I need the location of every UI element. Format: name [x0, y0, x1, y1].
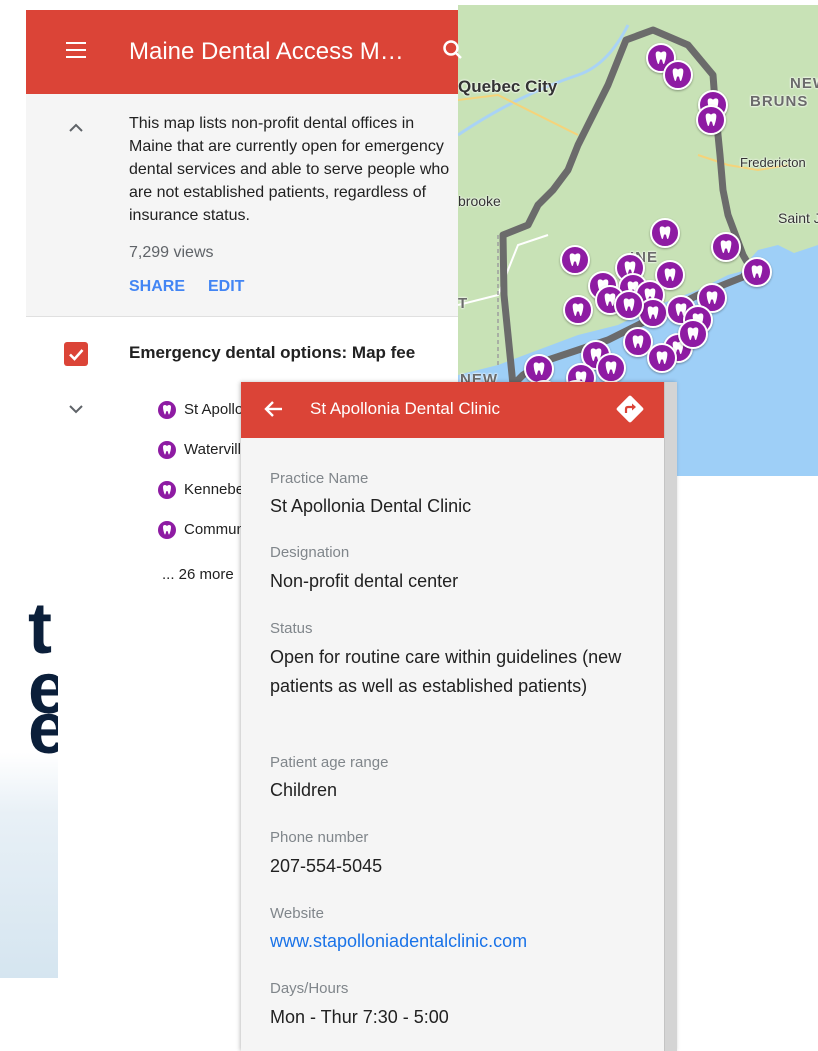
map-label-sherbrooke: brooke: [458, 193, 501, 209]
field-value-designation: Non-profit dental center: [270, 571, 459, 591]
layer-checkbox[interactable]: [64, 342, 88, 366]
dental-office-marker[interactable]: [614, 290, 644, 320]
card-title: St Apollonia Dental Clinic: [310, 399, 500, 418]
tooth-marker-icon: [158, 521, 176, 539]
chevron-down-icon[interactable]: [68, 404, 84, 414]
card-header: St Apollonia Dental Clinic: [241, 382, 664, 438]
website-link[interactable]: www.stapolloniadentalclinic.com: [270, 927, 650, 956]
chevron-up-icon[interactable]: [68, 122, 84, 132]
tooth-marker-icon: [158, 481, 176, 499]
card-scrollbar[interactable]: [664, 382, 677, 1051]
back-arrow-icon[interactable]: [263, 398, 285, 420]
map-label-t: T: [458, 295, 468, 312]
dental-office-marker[interactable]: [696, 105, 726, 135]
directions-icon[interactable]: [615, 394, 645, 424]
share-button[interactable]: SHARE: [129, 278, 185, 296]
map-description: This map lists non-profit dental offices…: [129, 115, 450, 224]
map-title: Maine Dental Access M…: [129, 38, 404, 65]
list-item-label: Waterville: [184, 441, 250, 458]
field-label-website: Website: [270, 905, 324, 922]
search-icon[interactable]: [442, 38, 462, 62]
dental-office-marker[interactable]: [742, 257, 772, 287]
map-label-fredericton: Fredericton: [740, 155, 806, 170]
background-glyph: e: [28, 689, 58, 769]
field-value-practice-name: St Apollonia Dental Clinic: [270, 496, 472, 516]
dental-office-marker[interactable]: [650, 218, 680, 248]
map-label-new: NEW: [790, 75, 818, 92]
field-label-status: Status: [270, 620, 313, 637]
place-detail-card: St Apollonia Dental Clinic Practice Name…: [241, 382, 677, 1051]
field-label-phone: Phone number: [270, 829, 369, 846]
map-label-quebec: Quebec City: [458, 77, 558, 96]
tooth-marker-icon: [158, 401, 176, 419]
dental-office-marker[interactable]: [711, 232, 741, 262]
edit-button[interactable]: EDIT: [208, 278, 244, 296]
field-label-designation: Designation: [270, 544, 350, 561]
field-value-phone: 207-554-5045: [270, 856, 383, 876]
layer-title: Emergency dental options: Map fee: [129, 343, 416, 362]
field-label-age-range: Patient age range: [270, 754, 389, 771]
menu-icon[interactable]: [66, 42, 86, 58]
map-label-saint-john: Saint J: [778, 210, 818, 226]
dental-office-marker[interactable]: [678, 319, 708, 349]
dental-office-marker[interactable]: [596, 353, 626, 383]
field-label-hours: Days/Hours: [270, 980, 349, 997]
tooth-marker-icon: [158, 441, 176, 459]
dental-office-marker[interactable]: [647, 343, 677, 373]
dental-office-marker[interactable]: [560, 245, 590, 275]
dental-office-marker[interactable]: [663, 60, 693, 90]
view-count: 7,299 views: [129, 244, 214, 261]
field-value-status: Open for routine care within guidelines …: [270, 647, 622, 696]
background-graphic: t e e: [0, 568, 58, 978]
field-value-hours: Mon - Thur 7:30 - 5:00: [270, 1007, 449, 1027]
map-description-block: This map lists non-profit dental offices…: [26, 94, 458, 317]
checkmark-icon: [69, 349, 84, 361]
field-label-practice-name: Practice Name: [270, 470, 369, 487]
dental-office-marker[interactable]: [563, 295, 593, 325]
panel-header: Maine Dental Access M…: [26, 10, 462, 94]
more-items-link[interactable]: ... 26 more: [162, 566, 234, 583]
map-label-brunswick: BRUNS: [750, 93, 809, 110]
dental-office-marker[interactable]: [524, 354, 554, 384]
field-value-age-range: Children: [270, 780, 338, 800]
